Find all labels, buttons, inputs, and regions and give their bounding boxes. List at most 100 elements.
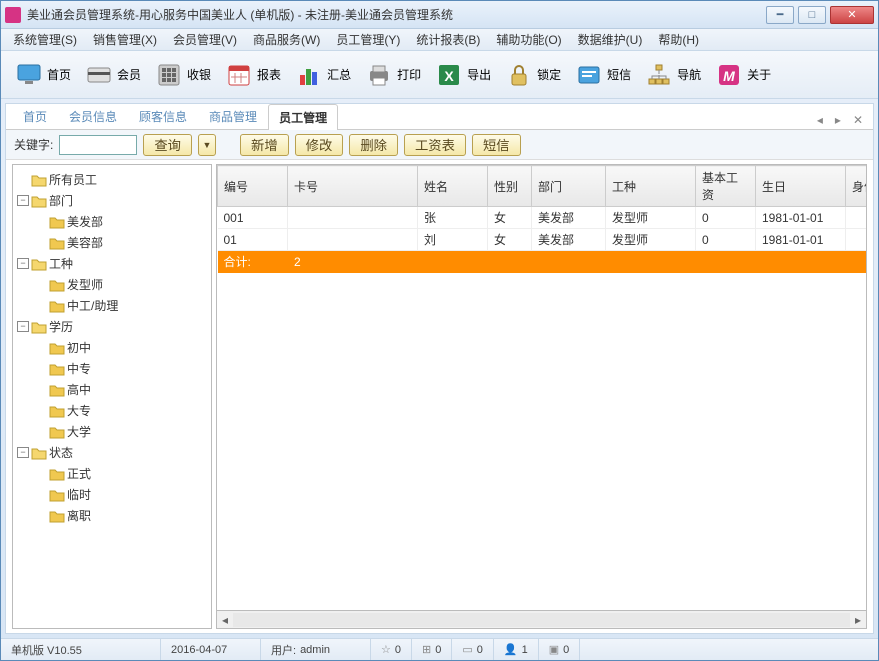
tree-leaf-0-1[interactable]: 美容部 [35, 232, 207, 253]
tree-leaf-0-0[interactable]: 美发部 [35, 211, 207, 232]
horizontal-scrollbar[interactable]: ◂ ▸ [216, 611, 867, 629]
close-button[interactable]: ✕ [830, 6, 874, 24]
menu-item-3[interactable]: 商品服务(W) [247, 29, 326, 50]
keyword-input[interactable] [59, 135, 137, 155]
toolbar-card[interactable]: 会员 [79, 57, 147, 93]
folder-icon [49, 404, 65, 418]
menu-item-6[interactable]: 辅助功能(O) [490, 29, 567, 50]
menubar: 系统管理(S)销售管理(X)会员管理(V)商品服务(W)员工管理(Y)统计报表(… [1, 29, 878, 51]
toolbar-about[interactable]: M关于 [709, 57, 777, 93]
maximize-button[interactable]: □ [798, 6, 826, 24]
tree-leaf-3-1[interactable]: 临时 [35, 484, 207, 505]
toolbar-monitor[interactable]: 首页 [9, 57, 77, 93]
tree-leaf-2-0[interactable]: 初中 [35, 337, 207, 358]
stat-icon: ☆ [381, 643, 391, 656]
folder-icon [31, 194, 47, 208]
menu-item-7[interactable]: 数据维护(U) [572, 29, 649, 50]
column-header-0[interactable]: 编号 [218, 166, 288, 207]
query-button[interactable]: 查询 [143, 134, 192, 156]
tree-leaf-3-2[interactable]: 离职 [35, 505, 207, 526]
tree-leaf-3-0[interactable]: 正式 [35, 463, 207, 484]
tab-prev-icon[interactable]: ◂ [813, 111, 827, 129]
tree-leaf-2-3[interactable]: 大专 [35, 400, 207, 421]
menu-item-2[interactable]: 会员管理(V) [167, 29, 243, 50]
tree-leaf-2-2[interactable]: 高中 [35, 379, 207, 400]
tree-panel[interactable]: 所有员工−部门美发部美容部−工种发型师中工/助理−学历初中中专高中大专大学−状态… [12, 164, 212, 629]
scroll-left-icon[interactable]: ◂ [217, 613, 233, 627]
minimize-button[interactable]: ━ [766, 6, 794, 24]
tree-leaf-2-1[interactable]: 中专 [35, 358, 207, 379]
column-header-7[interactable]: 生日 [756, 166, 846, 207]
column-header-6[interactable]: 基本工资 [696, 166, 756, 207]
excel-icon: X [435, 61, 463, 89]
column-header-4[interactable]: 部门 [532, 166, 606, 207]
tree-root[interactable]: 所有员工 [17, 169, 207, 190]
tree-leaf-1-0[interactable]: 发型师 [35, 274, 207, 295]
tab-next-icon[interactable]: ▸ [831, 111, 845, 129]
table-row[interactable]: 001张女美发部发型师01981-01-01 [218, 207, 868, 229]
content-area: 首页会员信息顾客信息商品管理员工管理 ◂ ▸ ✕ 关键字: 查询 ▼ 新增修改删… [5, 103, 874, 634]
action-button-4[interactable]: 短信 [472, 134, 521, 156]
action-button-1[interactable]: 修改 [295, 134, 344, 156]
action-button-0[interactable]: 新增 [240, 134, 289, 156]
app-icon [5, 7, 21, 23]
tree-leaf-1-1[interactable]: 中工/助理 [35, 295, 207, 316]
status-stat-4: ▣0 [539, 639, 581, 660]
column-header-8[interactable]: 身份证 [846, 166, 868, 207]
action-button-2[interactable]: 删除 [349, 134, 398, 156]
menu-item-0[interactable]: 系统管理(S) [7, 29, 83, 50]
collapse-icon[interactable]: − [17, 447, 29, 458]
monitor-icon [15, 61, 43, 89]
folder-icon [31, 320, 47, 334]
tree-group-3[interactable]: −状态 [17, 442, 207, 463]
titlebar: 美业通会员管理系统-用心服务中国美业人 (单机版) - 未注册-美业通会员管理系… [1, 1, 878, 29]
tree-group-2[interactable]: −学历 [17, 316, 207, 337]
query-dropdown-icon[interactable]: ▼ [198, 134, 216, 156]
toolbar-keypad[interactable]: 收银 [149, 57, 217, 93]
tab-close-icon[interactable]: ✕ [849, 111, 867, 129]
collapse-icon[interactable]: − [17, 195, 29, 206]
menu-item-8[interactable]: 帮助(H) [652, 29, 705, 50]
toolbar-bars[interactable]: 汇总 [289, 57, 357, 93]
table-row[interactable]: 01刘女美发部发型师01981-01-01 [218, 229, 868, 251]
tab-3[interactable]: 商品管理 [198, 103, 268, 129]
folder-icon [49, 341, 65, 355]
tab-1[interactable]: 会员信息 [58, 103, 128, 129]
column-header-2[interactable]: 姓名 [418, 166, 488, 207]
column-header-3[interactable]: 性别 [488, 166, 532, 207]
tab-4[interactable]: 员工管理 [268, 104, 338, 130]
lock-icon [505, 61, 533, 89]
column-header-1[interactable]: 卡号 [288, 166, 418, 207]
toolbar: 首页会员收银报表汇总打印X导出锁定短信导航M关于 [1, 51, 878, 99]
main-window: 美业通会员管理系统-用心服务中国美业人 (单机版) - 未注册-美业通会员管理系… [0, 0, 879, 661]
menu-item-5[interactable]: 统计报表(B) [410, 29, 486, 50]
scroll-right-icon[interactable]: ▸ [850, 613, 866, 627]
folder-icon [49, 215, 65, 229]
tab-2[interactable]: 顾客信息 [128, 103, 198, 129]
toolbar-excel[interactable]: X导出 [429, 57, 497, 93]
folder-icon [31, 257, 47, 271]
tree-group-1[interactable]: −工种 [17, 253, 207, 274]
menu-item-1[interactable]: 销售管理(X) [87, 29, 163, 50]
menu-item-4[interactable]: 员工管理(Y) [330, 29, 406, 50]
status-stat-3: 👤1 [494, 639, 539, 660]
collapse-icon[interactable]: − [17, 321, 29, 332]
status-version: 单机版 V10.55 [1, 639, 161, 660]
column-header-5[interactable]: 工种 [606, 166, 696, 207]
folder-icon [49, 278, 65, 292]
collapse-icon[interactable]: − [17, 258, 29, 269]
folder-icon [49, 383, 65, 397]
toolbar-lock[interactable]: 锁定 [499, 57, 567, 93]
scroll-track[interactable] [233, 613, 850, 627]
toolbar-sitemap[interactable]: 导航 [639, 57, 707, 93]
action-button-3[interactable]: 工资表 [404, 134, 466, 156]
tree-group-0[interactable]: −部门 [17, 190, 207, 211]
window-title: 美业通会员管理系统-用心服务中国美业人 (单机版) - 未注册-美业通会员管理系… [27, 6, 766, 23]
tree-leaf-2-4[interactable]: 大学 [35, 421, 207, 442]
toolbar-sms[interactable]: 短信 [569, 57, 637, 93]
toolbar-calendar[interactable]: 报表 [219, 57, 287, 93]
toolbar-printer[interactable]: 打印 [359, 57, 427, 93]
employee-table-wrap[interactable]: 编号卡号姓名性别部门工种基本工资生日身份证 001张女美发部发型师01981-0… [216, 164, 867, 611]
tab-0[interactable]: 首页 [12, 103, 58, 129]
stat-icon: ▭ [462, 643, 472, 656]
